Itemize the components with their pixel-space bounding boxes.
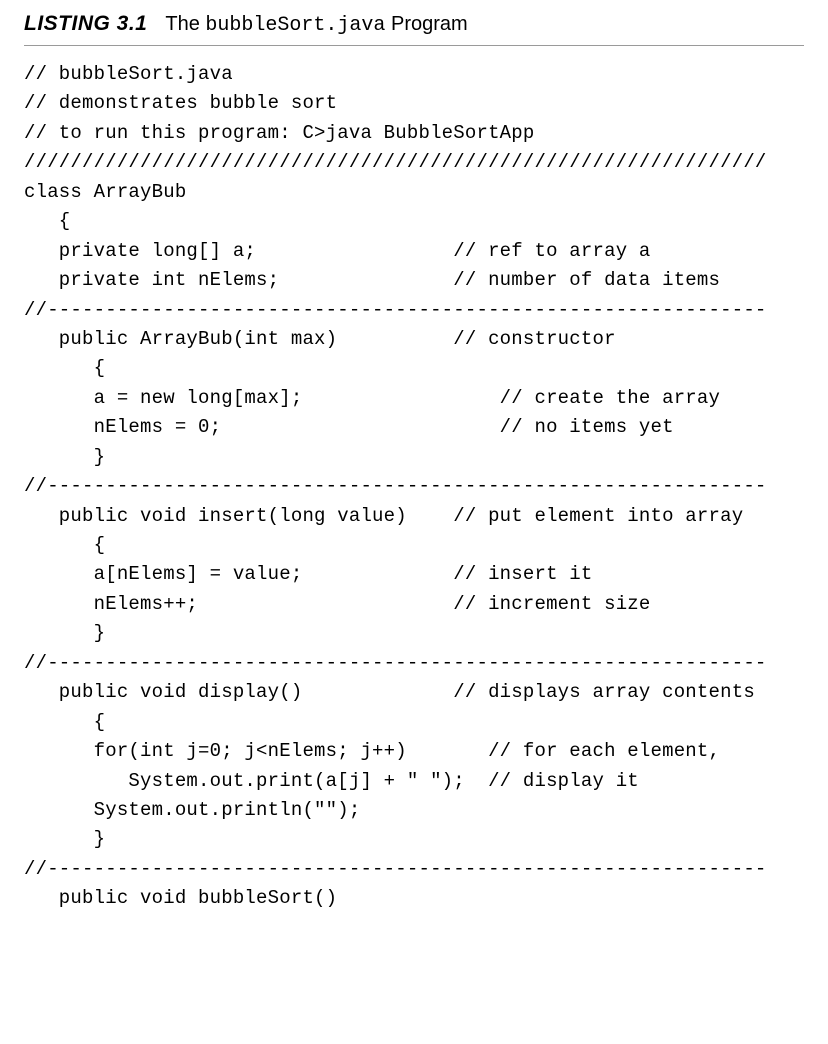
listing-title-prefix: The bbox=[165, 13, 205, 35]
listing-title: The bubbleSort.java Program bbox=[165, 13, 467, 37]
listing-header: LISTING 3.1 The bubbleSort.java Program bbox=[24, 10, 804, 46]
code-block: // bubbleSort.java // demonstrates bubbl… bbox=[24, 60, 804, 914]
listing-title-suffix: Program bbox=[385, 13, 467, 35]
listing-title-code: bubbleSort.java bbox=[205, 14, 385, 37]
page: LISTING 3.1 The bubbleSort.java Program … bbox=[0, 0, 828, 1044]
listing-label: LISTING 3.1 bbox=[24, 12, 147, 36]
